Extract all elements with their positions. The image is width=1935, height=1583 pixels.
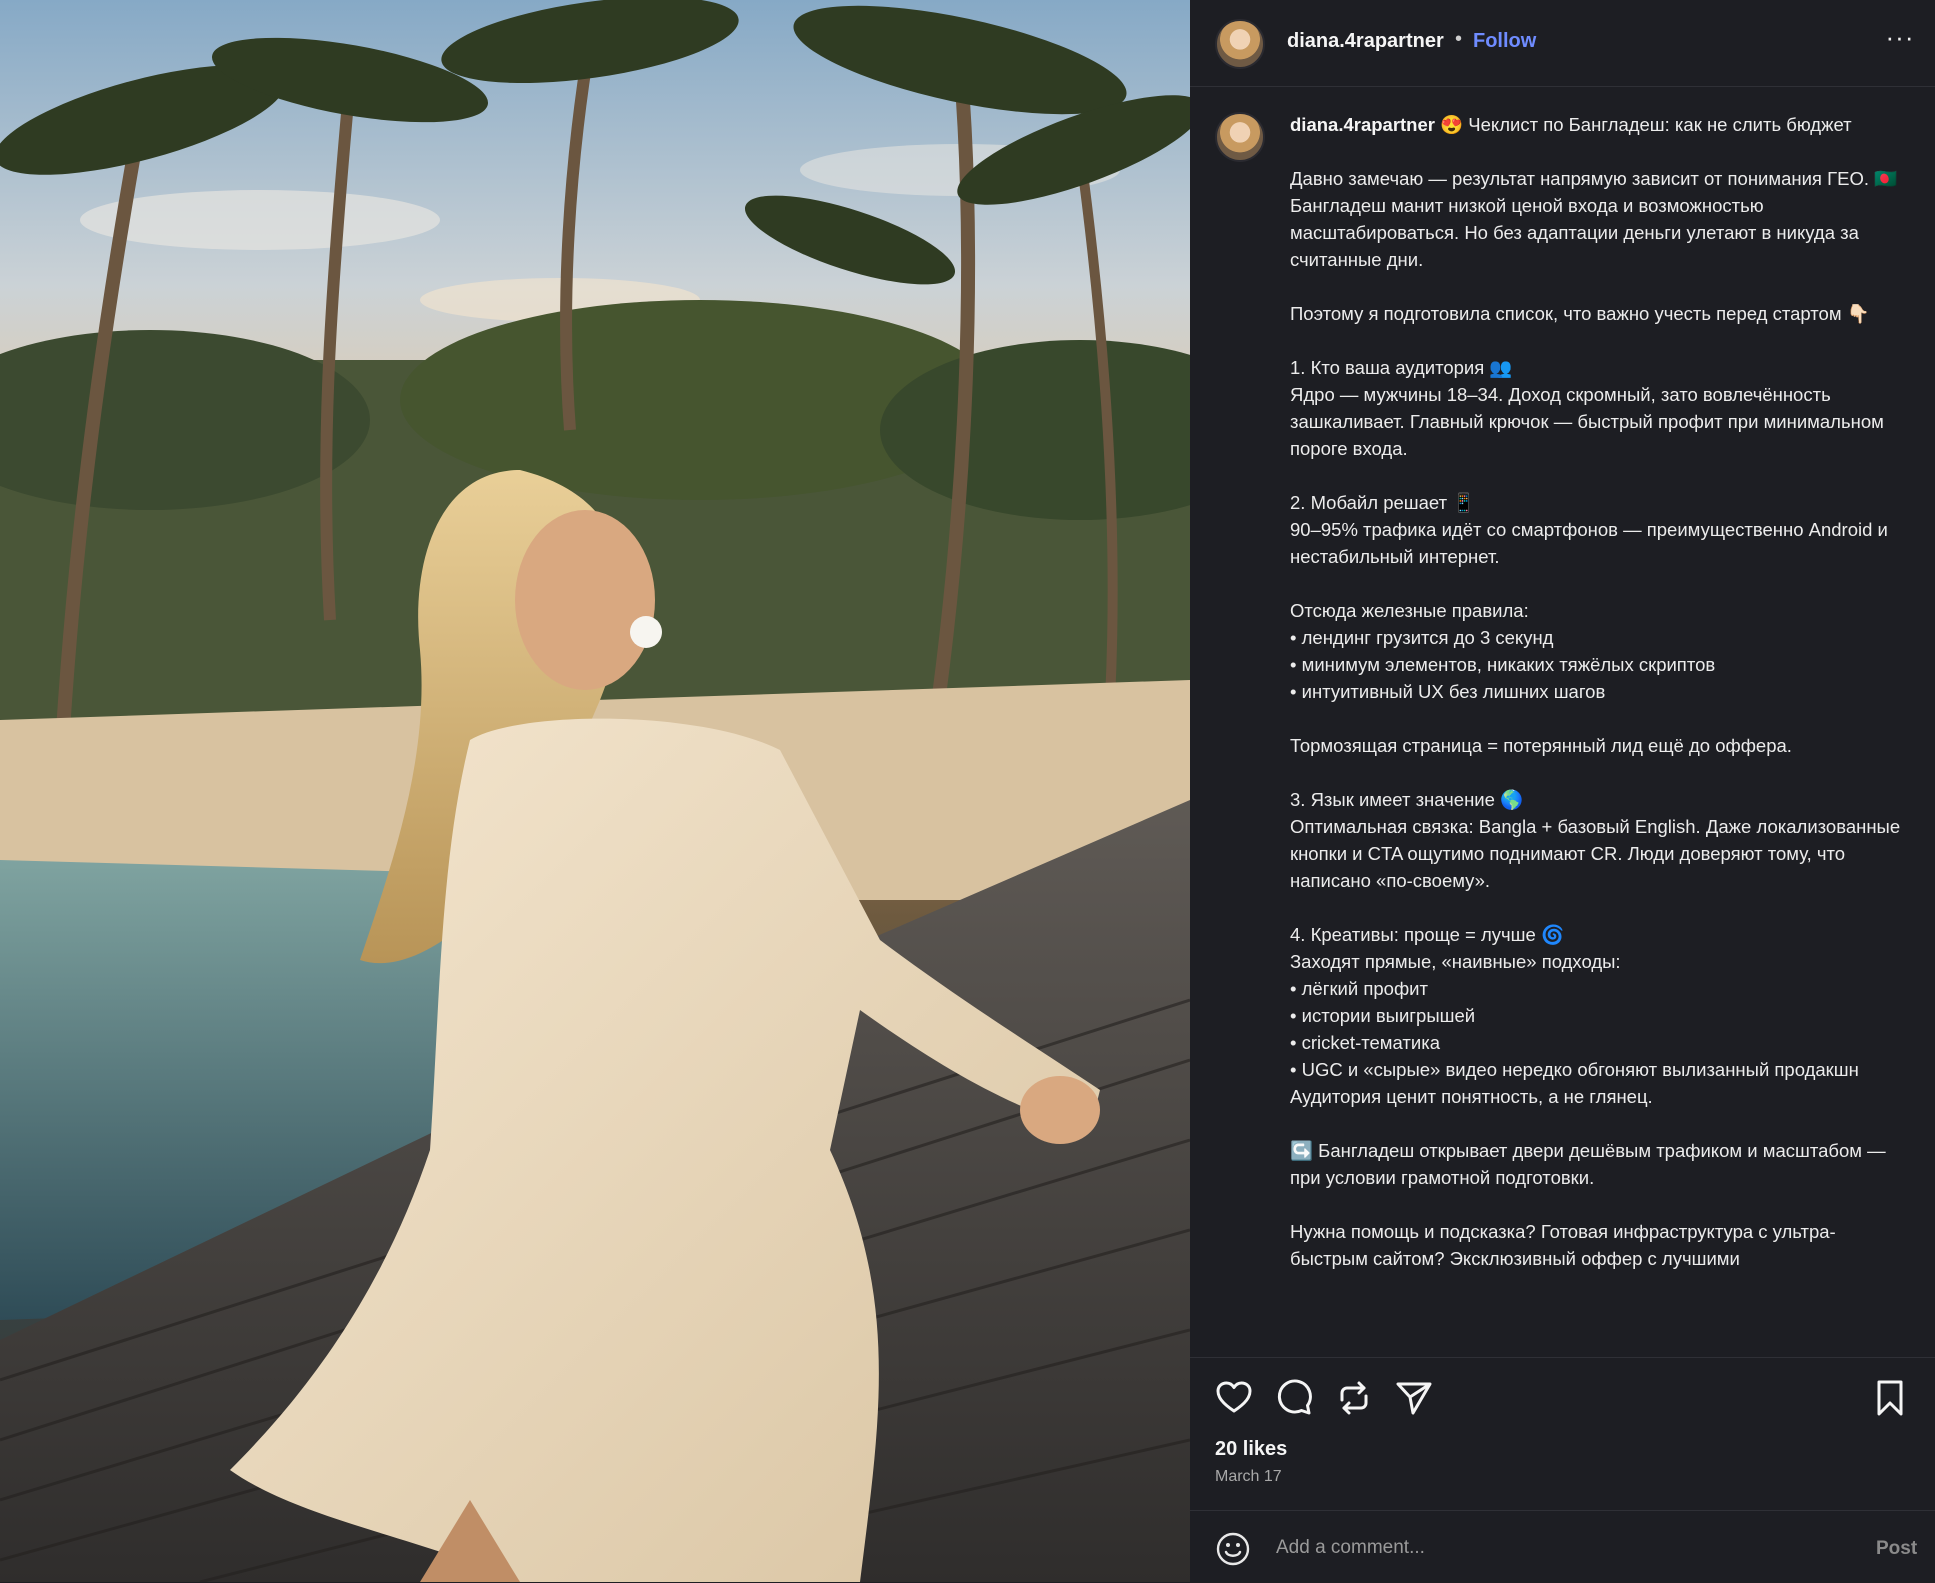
more-horizontal-icon[interactable]: ···	[1883, 22, 1917, 52]
comment-input[interactable]	[1274, 1529, 1818, 1567]
likes-count[interactable]: 20 likes	[1215, 1438, 1287, 1461]
heart-icon[interactable]	[1214, 1378, 1254, 1418]
send-icon[interactable]	[1394, 1378, 1434, 1418]
comment-icon[interactable]	[1274, 1378, 1314, 1418]
separator-dot: •	[1455, 28, 1463, 50]
follow-button[interactable]: Follow	[1473, 30, 1536, 53]
post-photo[interactable]	[0, 0, 1190, 1582]
post-comment-button[interactable]: Post	[1876, 1538, 1917, 1560]
post-action-bar	[1190, 1357, 1935, 1438]
post-side-panel: diana.4rapartner • Follow ··· diana.4rap…	[1190, 0, 1935, 1582]
repost-icon[interactable]	[1334, 1378, 1374, 1418]
comment-bar: Post	[1190, 1510, 1935, 1583]
caption-avatar[interactable]	[1215, 112, 1265, 162]
post-date[interactable]: March 17	[1215, 1468, 1282, 1486]
bookmark-icon[interactable]	[1870, 1378, 1910, 1418]
caption-text: 😍 Чеклист по Бангладеш: как не слить бюд…	[1290, 114, 1901, 1269]
photo-scene	[0, 0, 1190, 1582]
post-caption: diana.4rapartner 😍 Чеклист по Бангладеш:…	[1290, 111, 1905, 1272]
caption-scroll-area[interactable]: diana.4rapartner 😍 Чеклист по Бангладеш:…	[1190, 87, 1935, 1357]
post-header: diana.4rapartner • Follow ···	[1190, 0, 1935, 87]
caption-username-link[interactable]: diana.4rapartner	[1290, 114, 1435, 135]
avatar[interactable]	[1215, 19, 1265, 69]
username-link[interactable]: diana.4rapartner	[1287, 30, 1444, 53]
emoji-icon[interactable]	[1215, 1531, 1251, 1567]
